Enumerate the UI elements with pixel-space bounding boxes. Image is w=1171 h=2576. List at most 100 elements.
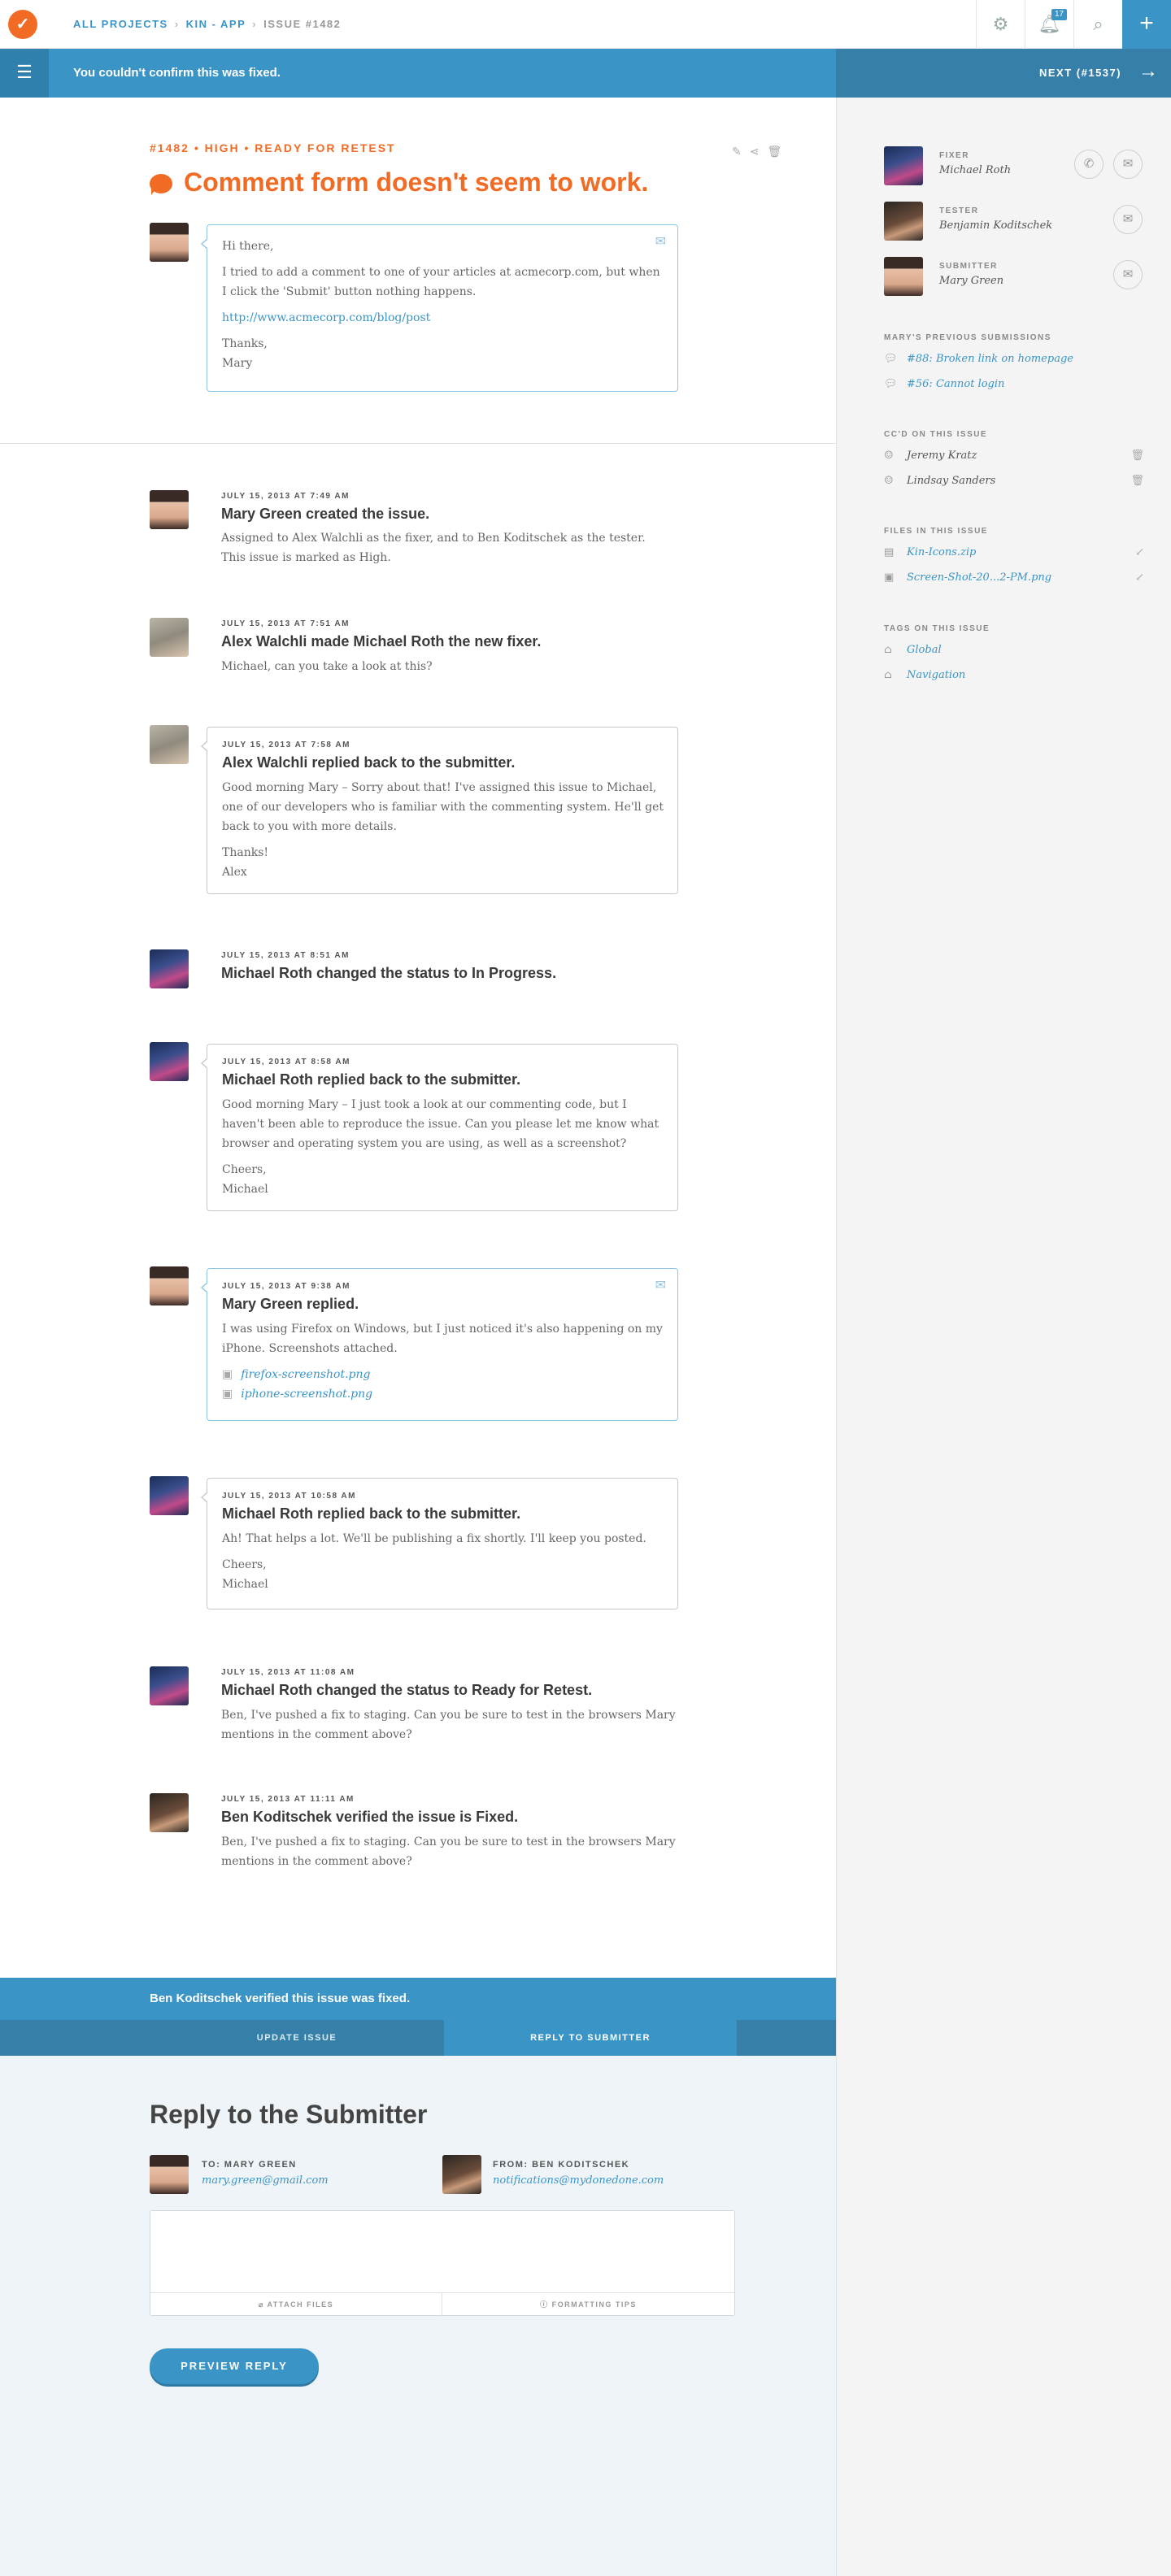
reply-card: ✉ JULY 15, 2013 AT 9:38 AM Mary Green re…	[201, 1268, 678, 1421]
bell-icon[interactable]: 🔔︎ 17	[1025, 0, 1073, 49]
event-body: Good morning Mary – I just took a look a…	[222, 1095, 665, 1199]
file-link[interactable]: ▣ Screen-Shot-20...2-PM.png ↙	[884, 571, 1144, 588]
event-date: JULY 15, 2013 AT 8:58 AM	[222, 1058, 350, 1066]
issue-description: ✉ Hi there, I tried to add a comment to …	[201, 224, 678, 392]
attachment-name: firefox-screenshot.png	[241, 1368, 371, 1381]
person-icon: ☺	[884, 475, 894, 487]
tags-heading: TAGS ON THIS ISSUE	[884, 624, 990, 633]
tag-link[interactable]: ⌂ Global	[884, 644, 1144, 660]
reply-heading: Reply to the Submitter	[150, 2100, 428, 2129]
event-body: Ben, I've pushed a fix to staging. Can y…	[221, 1832, 677, 1871]
event-text: Ben, I've pushed a fix to staging. Can y…	[221, 1835, 676, 1868]
cc-name: Lindsay Sanders	[907, 475, 996, 487]
from-label: FROM: BEN KODITSCHEK	[493, 2160, 630, 2170]
event-date: JULY 15, 2013 AT 7:58 AM	[222, 741, 350, 749]
comment-icon: 💬︎	[884, 353, 898, 365]
role-label: FIXER	[939, 151, 969, 160]
reply-card: JULY 15, 2013 AT 10:58 AM Michael Roth r…	[201, 1478, 678, 1609]
add-issue-button[interactable]: +	[1122, 0, 1171, 49]
download-icon[interactable]: ↙	[1135, 571, 1144, 584]
reply-textarea[interactable]: ⌀ ATTACH FILES ⓘ FORMATTING TIPS	[150, 2210, 735, 2316]
avatar	[150, 1666, 189, 1705]
to-label: TO: MARY GREEN	[202, 2160, 297, 2170]
avatar	[884, 257, 923, 296]
greeting: Hi there,	[222, 240, 274, 253]
alert-bar: ☰ You couldn't confirm this was fixed. N…	[0, 49, 1171, 98]
submission-label: #88: Broken link on homepage	[907, 353, 1073, 365]
download-icon[interactable]: ↙	[1135, 546, 1144, 558]
event-text: I was using Firefox on Windows, but I ju…	[222, 1323, 663, 1355]
cc-person: ☺ Lindsay Sanders 🗑︎	[884, 475, 1144, 491]
event-date: JULY 15, 2013 AT 10:58 AM	[222, 1492, 356, 1501]
reply-card: JULY 15, 2013 AT 8:58 AM Michael Roth re…	[201, 1044, 678, 1211]
mail-icon[interactable]: ✉	[1113, 150, 1143, 179]
avatar	[884, 202, 923, 241]
event-title: Ben Koditschek verified the issue is Fix…	[221, 1809, 519, 1825]
file-link[interactable]: ▤ Kin-Icons.zip ↙	[884, 546, 1144, 563]
attachment-link[interactable]: ▣ iphone-screenshot.png	[222, 1384, 665, 1404]
trash-icon[interactable]: 🗑︎	[1130, 475, 1144, 487]
to-email[interactable]: mary.green@gmail.com	[202, 2174, 329, 2187]
breadcrumb-project[interactable]: KIN - APP	[186, 18, 246, 30]
cc-name: Jeremy Kratz	[907, 450, 977, 462]
event-title: Mary Green replied.	[222, 1296, 359, 1312]
previous-submission-link[interactable]: 💬︎ #88: Broken link on homepage	[884, 353, 1144, 369]
app-logo-icon[interactable]: ✓	[8, 10, 37, 39]
submission-label: #56: Cannot login	[907, 378, 1005, 390]
trash-icon[interactable]: 🗑︎	[1130, 450, 1144, 462]
tester: TESTER Benjamin Koditschek ✉	[884, 202, 1160, 244]
attachment-link[interactable]: ▣ firefox-screenshot.png	[222, 1365, 665, 1384]
event-text: Ben, I've pushed a fix to staging. Can y…	[221, 1709, 676, 1741]
mail-icon: ✉	[655, 1279, 666, 1292]
avatar	[150, 2155, 189, 2194]
attach-files-button[interactable]: ⌀ ATTACH FILES	[150, 2293, 442, 2316]
event-title: Alex Walchli made Michael Roth the new f…	[221, 633, 542, 649]
action-tabs: UPDATE ISSUE REPLY TO SUBMITTER	[0, 2020, 836, 2056]
zip-file-icon: ▤	[884, 546, 895, 558]
avatar	[150, 725, 189, 764]
avatar	[150, 1042, 189, 1081]
mail-icon[interactable]: ✉	[1113, 205, 1143, 234]
event-date: JULY 15, 2013 AT 9:38 AM	[222, 1282, 350, 1291]
tag-name: Navigation	[907, 669, 966, 681]
formatting-tips-button[interactable]: ⓘ FORMATTING TIPS	[442, 2293, 734, 2316]
avatar	[150, 490, 189, 529]
file-name: Kin-Icons.zip	[907, 546, 977, 558]
files-heading: FILES IN THIS ISSUE	[884, 527, 988, 536]
phone-icon[interactable]: ✆	[1074, 150, 1104, 179]
pencil-icon[interactable]: ✎	[732, 145, 750, 158]
breadcrumb-issue: ISSUE #1482	[263, 18, 342, 30]
event-body: Ben, I've pushed a fix to staging. Can y…	[221, 1705, 677, 1744]
next-issue-button[interactable]: NEXT (#1537) →	[836, 49, 1171, 98]
arrow-right-icon: →	[1138, 60, 1158, 82]
status-bar: Ben Koditschek verified this issue was f…	[0, 1978, 836, 2020]
previous-submission-link[interactable]: 💬︎ #56: Cannot login	[884, 378, 1144, 394]
from-email[interactable]: notifications@mydonedone.com	[493, 2174, 664, 2187]
menu-icon[interactable]: ☰	[0, 49, 49, 98]
breadcrumb-all-projects[interactable]: ALL PROJECTS	[73, 18, 168, 30]
search-icon[interactable]: ⌕	[1073, 0, 1122, 49]
sidebar: FIXER Michael Roth ✆ ✉ TESTER Benjamin K…	[836, 98, 1171, 2576]
gear-icon[interactable]: ⚙	[976, 0, 1025, 49]
description-body: I tried to add a comment to one of your …	[222, 266, 660, 298]
person-name: Mary Green	[939, 275, 1004, 287]
status-message: Ben Koditschek verified this issue was f…	[150, 1992, 411, 2005]
tab-reply-to-submitter[interactable]: REPLY TO SUBMITTER	[444, 2020, 737, 2056]
preview-reply-button[interactable]: PREVIEW REPLY	[150, 2348, 319, 2384]
event-title: Mary Green created the issue.	[221, 506, 430, 522]
image-file-icon: ▣	[222, 1388, 233, 1401]
event-text: This issue is marked as High.	[221, 551, 391, 564]
attach-files-label: ATTACH FILES	[267, 2300, 334, 2309]
reply-panel: Reply to the Submitter TO: MARY GREEN ma…	[0, 2056, 836, 2576]
tag-link[interactable]: ⌂ Navigation	[884, 669, 1144, 685]
event-text: Ah! That helps a lot. We'll be publishin…	[222, 1532, 646, 1545]
reply-card: JULY 15, 2013 AT 7:58 AM Alex Walchli re…	[201, 727, 678, 894]
tab-update-issue[interactable]: UPDATE ISSUE	[150, 2020, 444, 2056]
share-icon[interactable]: ⋖	[750, 145, 768, 158]
description-link[interactable]: http://www.acmecorp.com/blog/post	[222, 308, 661, 328]
avatar	[150, 1266, 189, 1305]
cc-person: ☺ Jeremy Kratz 🗑︎	[884, 450, 1144, 466]
mail-icon[interactable]: ✉	[1113, 260, 1143, 289]
tag-icon: ⌂	[884, 669, 892, 681]
trash-icon[interactable]: 🗑︎	[767, 145, 790, 158]
